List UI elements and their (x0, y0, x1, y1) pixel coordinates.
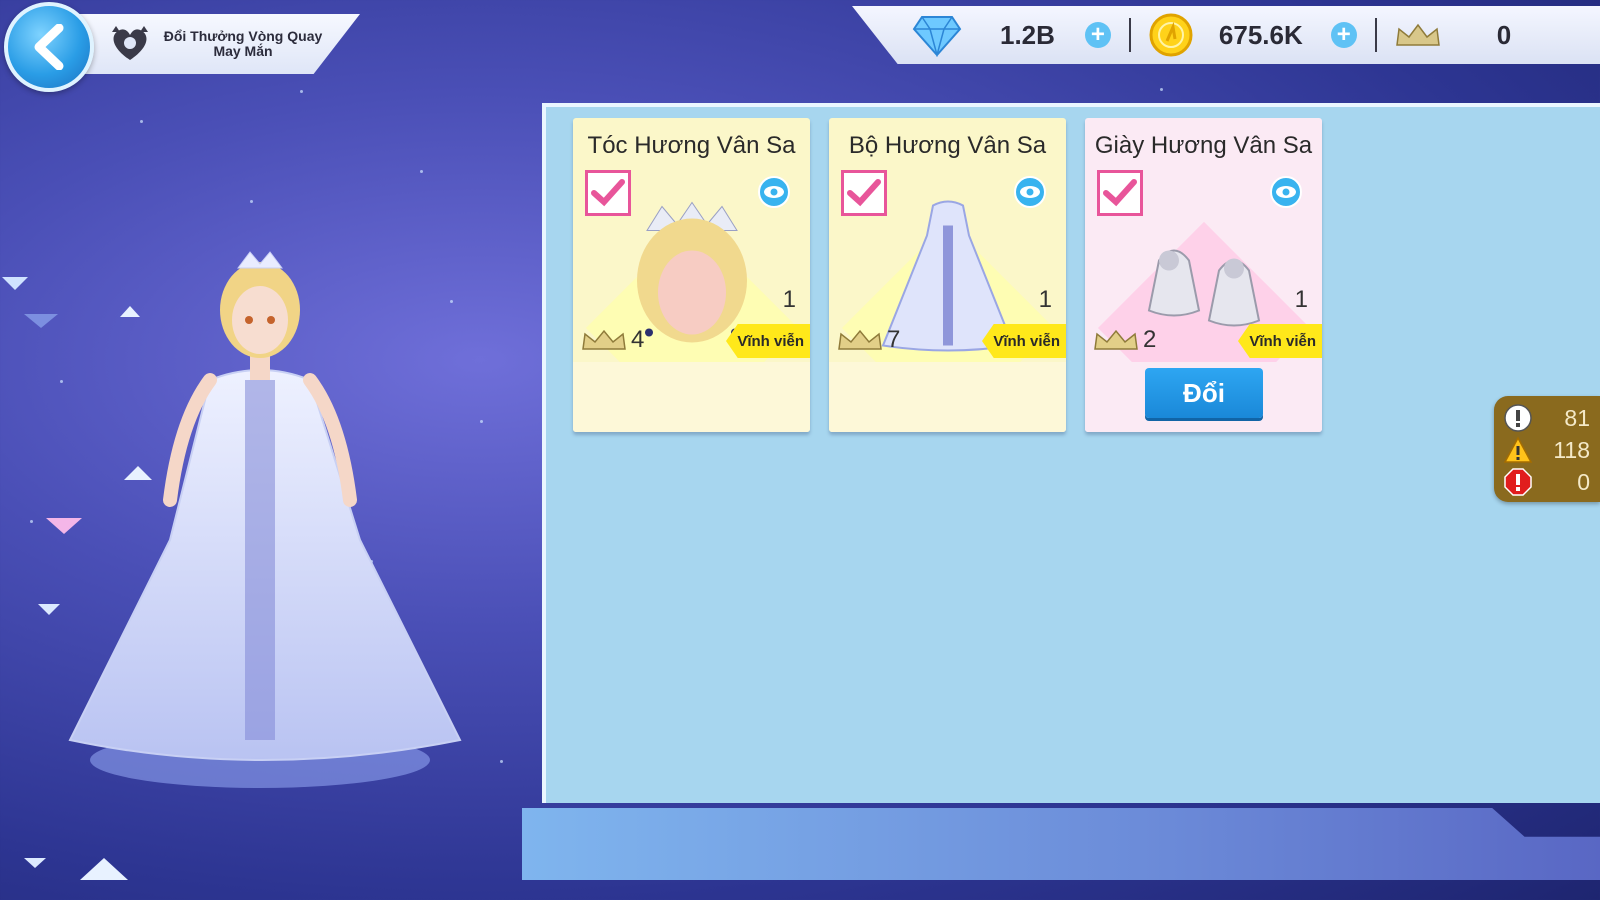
crown-icon (838, 329, 882, 350)
crown-cost-value: 4 (631, 326, 645, 353)
item-quantity: 1 (1038, 286, 1052, 313)
heart-crest-icon (112, 26, 148, 60)
debug-counter-panel[interactable]: 81 118 0 (1494, 396, 1600, 502)
page-title: Đổi Thưởng Vòng Quay May Mắn (158, 29, 328, 59)
add-gold-button[interactable]: + (1330, 22, 1357, 48)
duration-tag: Vĩnh viễn (982, 324, 1066, 358)
page-title-line2: May Mắn (213, 43, 273, 59)
crown-cost: 2 (1093, 326, 1156, 354)
info-icon (1504, 404, 1532, 432)
diamond-amount: 1.2B (1000, 19, 1055, 50)
item-name: Giày Hương Vân Sa (1094, 132, 1313, 159)
checkmark-icon (591, 179, 625, 207)
eye-icon (1020, 186, 1040, 198)
crown-cost: 7 (837, 326, 900, 354)
exchange-button[interactable]: Đổi (1145, 368, 1263, 418)
item-quantity: 1 (782, 286, 796, 313)
debug-warning-count: 118 (1553, 436, 1590, 463)
currency-bar: 1.2B + 675.6K + 0 (852, 6, 1600, 64)
diamond-currency: 1.2B + (912, 6, 1111, 64)
crown-cost-value: 2 (1143, 326, 1157, 353)
back-button[interactable] (4, 2, 94, 92)
checkmark-icon (1103, 179, 1137, 207)
select-checkbox[interactable] (585, 170, 631, 216)
item-name: Tóc Hương Vân Sa (587, 132, 796, 159)
crown-icon (582, 329, 626, 350)
reward-card-outfit[interactable]: Bộ Hương Vân Sa 1 7 Vĩnh viễn (829, 118, 1066, 432)
debug-warning-row: 118 (1504, 434, 1590, 466)
reward-card-hair[interactable]: Tóc Hương Vân Sa 1 4 Vĩnh viễn (573, 118, 810, 432)
gold-amount: 675.6K (1218, 19, 1303, 50)
card-footer (829, 362, 1066, 432)
chevron-left-icon (34, 24, 64, 70)
title-banner: Đổi Thưởng Vòng Quay May Mắn (70, 14, 360, 74)
decor-triangle (24, 858, 46, 868)
crown-cost-value: 7 (887, 326, 901, 353)
error-icon (1504, 468, 1532, 496)
duration-tag: Vĩnh viễn (1238, 324, 1322, 358)
select-checkbox[interactable] (841, 170, 887, 216)
preview-eye-button[interactable] (758, 176, 790, 208)
currency-divider (1128, 18, 1131, 52)
crown-amount: 0 (1496, 19, 1512, 50)
gold-currency: 675.6K + (1149, 6, 1357, 64)
diamond-icon (912, 16, 962, 57)
debug-error-count: 0 (1577, 468, 1590, 495)
crown-icon (1395, 23, 1440, 46)
debug-info-count: 81 (1564, 404, 1590, 431)
crown-currency: 0 (1395, 6, 1511, 64)
item-name: Bộ Hương Vân Sa (848, 132, 1047, 159)
crown-cost: 4 (581, 326, 644, 354)
card-footer (573, 362, 810, 432)
gold-coin-icon (1149, 13, 1193, 57)
eye-icon (1276, 186, 1296, 198)
add-diamond-button[interactable]: + (1084, 22, 1111, 48)
decor-triangle (80, 858, 128, 880)
eye-icon (764, 186, 784, 198)
currency-divider (1374, 18, 1377, 52)
preview-eye-button[interactable] (1270, 176, 1302, 208)
bottom-strip (522, 808, 1600, 880)
item-quantity: 1 (1294, 286, 1308, 313)
crown-icon (1094, 329, 1138, 350)
reward-card-shoes[interactable]: Giày Hương Vân Sa 1 2 Vĩnh viễn Đổi (1085, 118, 1322, 432)
character-avatar (60, 240, 480, 800)
checkmark-icon (847, 179, 881, 207)
warning-icon (1504, 436, 1532, 463)
debug-error-row: 0 (1504, 466, 1590, 498)
page-title-line1: Đổi Thưởng Vòng Quay (163, 28, 323, 44)
preview-eye-button[interactable] (1014, 176, 1046, 208)
debug-info-row: 81 (1504, 402, 1590, 434)
decor-triangle (2, 277, 28, 290)
select-checkbox[interactable] (1097, 170, 1143, 216)
decor-triangle (24, 314, 58, 328)
decor-triangle (38, 604, 60, 615)
duration-tag: Vĩnh viễn (726, 324, 810, 358)
